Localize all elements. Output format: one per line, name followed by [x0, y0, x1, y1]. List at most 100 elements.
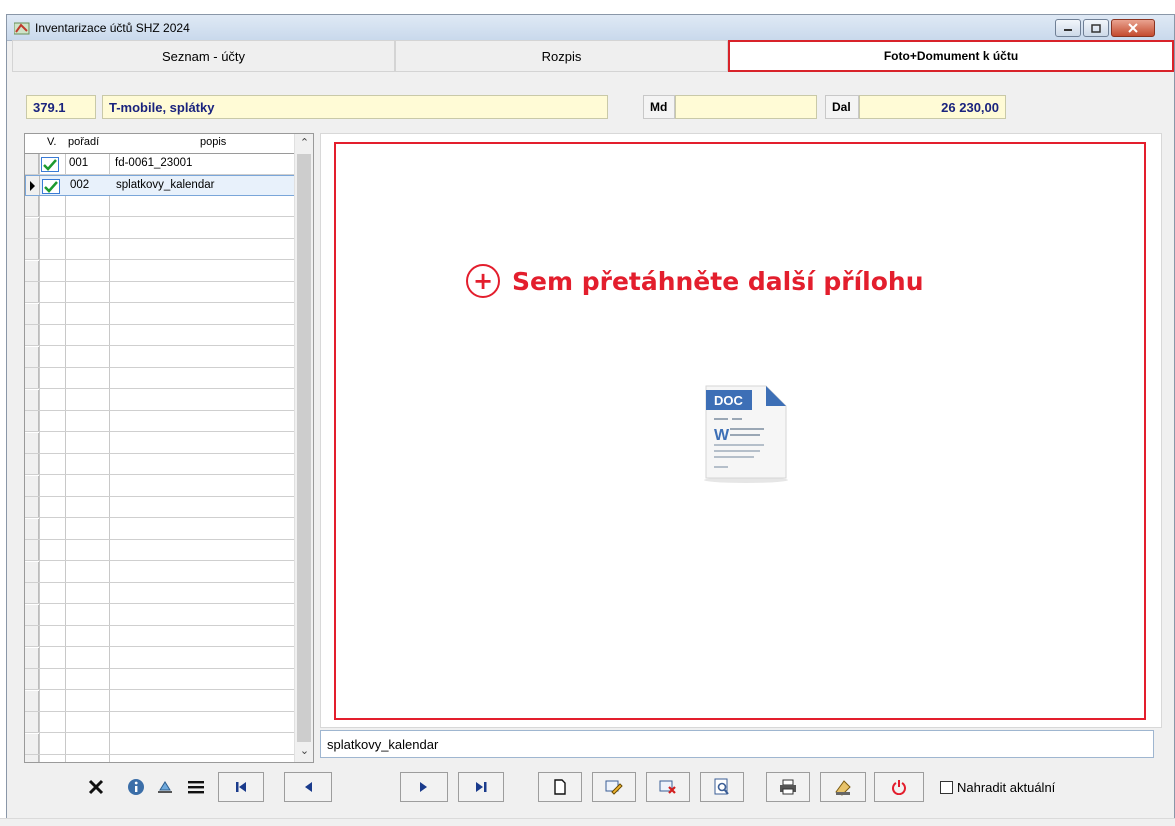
row-indicator — [25, 239, 39, 259]
empty-row — [25, 604, 295, 626]
scan-button[interactable] — [820, 772, 866, 802]
row-indicator — [25, 475, 39, 496]
add-circle-icon: + — [466, 264, 500, 298]
row-indicator — [25, 260, 39, 281]
attachment-filename: splatkovy_kalendar — [327, 737, 439, 752]
grid-rows: 001 fd-0061_23001 002 splatkovy_kalendar — [25, 154, 295, 762]
new-record-button[interactable] — [538, 772, 582, 802]
empty-row — [25, 346, 295, 368]
first-record-button[interactable] — [218, 772, 264, 802]
row-indicator — [25, 196, 39, 216]
tab-foto-dokument[interactable]: Foto+Domument k účtu — [728, 40, 1174, 72]
row-indicator — [25, 217, 39, 238]
row-indicator — [25, 583, 39, 603]
power-icon — [892, 780, 906, 795]
previous-record-icon — [305, 782, 312, 792]
cell-poradi: 002 — [70, 179, 90, 191]
exit-button[interactable] — [874, 772, 924, 802]
account-code-field[interactable]: 379.1 — [26, 95, 96, 119]
print-preview-icon — [714, 778, 729, 795]
new-document-icon — [554, 779, 566, 795]
maximize-button[interactable] — [1083, 19, 1109, 37]
drop-zone-text: Sem přetáhněte další přílohu — [512, 266, 924, 296]
table-row-selected[interactable]: 002 splatkovy_kalendar — [25, 175, 295, 196]
drop-zone-label: + Sem přetáhněte další přílohu — [466, 264, 924, 298]
app-icon — [14, 22, 30, 35]
scroll-thumb[interactable] — [297, 154, 311, 742]
row-indicator — [25, 389, 39, 410]
doc-file-icon: DOC W — [704, 385, 788, 483]
dal-value: 26 230,00 — [941, 99, 999, 115]
account-name-field[interactable]: T-mobile, splátky — [102, 95, 608, 119]
empty-row — [25, 626, 295, 647]
empty-row — [25, 475, 295, 497]
menu-button[interactable] — [184, 772, 208, 802]
cancel-button[interactable] — [84, 772, 108, 802]
last-record-button[interactable] — [458, 772, 504, 802]
account-code: 379.1 — [33, 99, 66, 115]
attachments-grid: V. pořadí popis 001 fd-0061_23001 002 sp… — [24, 133, 314, 763]
next-record-icon — [420, 782, 427, 792]
column-header-v[interactable]: V. — [47, 136, 56, 148]
edit-record-button[interactable] — [592, 772, 636, 802]
grid-header: V. pořadí popis — [25, 134, 295, 154]
dal-label: Dal — [825, 95, 859, 119]
empty-row — [25, 325, 295, 346]
tab-rozpis[interactable]: Rozpis — [395, 40, 728, 72]
next-record-button[interactable] — [400, 772, 448, 802]
info-button[interactable] — [124, 772, 148, 802]
current-row-arrow-icon — [30, 181, 35, 191]
tab-label: Foto+Domument k účtu — [883, 49, 1019, 63]
checkbox-unchecked-icon[interactable] — [940, 781, 953, 794]
row-indicator — [25, 626, 39, 646]
close-x-icon — [88, 779, 104, 795]
scroll-up-icon[interactable]: ⌃ — [295, 136, 313, 154]
empty-row — [25, 282, 295, 303]
grid-scrollbar[interactable]: ⌃ ⌄ — [294, 134, 313, 762]
tab-label: Rozpis — [541, 48, 582, 64]
cell-popis: splatkovy_kalendar — [116, 179, 215, 191]
empty-row — [25, 583, 295, 604]
checkbox-checked-icon[interactable] — [42, 179, 60, 194]
account-name: T-mobile, splátky — [109, 99, 215, 115]
tab-seznam-ucty[interactable]: Seznam - účty — [12, 40, 395, 72]
scroll-down-icon[interactable]: ⌄ — [295, 744, 313, 762]
checkbox-checked-icon[interactable] — [41, 157, 59, 172]
row-indicator — [25, 690, 39, 711]
first-record-icon — [236, 782, 246, 792]
table-row[interactable]: 001 fd-0061_23001 — [25, 154, 295, 175]
drop-zone[interactable]: + Sem přetáhněte další přílohu DOC W — [334, 142, 1146, 720]
column-header-poradi[interactable]: pořadí — [68, 136, 99, 148]
row-indicator — [25, 154, 39, 174]
print-button[interactable] — [766, 772, 810, 802]
preview-button[interactable] — [700, 772, 744, 802]
row-indicator — [25, 432, 39, 453]
row-indicator — [25, 604, 39, 625]
row-indicator — [25, 518, 39, 539]
row-indicator — [25, 346, 39, 367]
empty-row — [25, 690, 295, 712]
row-indicator — [26, 176, 40, 195]
replace-current-label: Nahradit aktuální — [957, 780, 1056, 795]
minimize-icon — [1064, 29, 1072, 31]
attachment-filename-field[interactable]: splatkovy_kalendar — [320, 730, 1154, 758]
empty-row — [25, 454, 295, 475]
minimize-button[interactable] — [1055, 19, 1081, 37]
empty-row — [25, 561, 295, 583]
menu-icon — [188, 781, 204, 794]
empty-row — [25, 712, 295, 733]
close-button[interactable] — [1111, 19, 1155, 37]
empty-row — [25, 497, 295, 518]
tab-label: Seznam - účty — [161, 48, 246, 64]
eraser-button[interactable] — [153, 772, 177, 802]
md-field[interactable] — [675, 95, 817, 119]
row-indicator — [25, 497, 39, 517]
previous-record-button[interactable] — [284, 772, 332, 802]
dal-field[interactable]: 26 230,00 — [859, 95, 1006, 119]
column-header-popis[interactable]: popis — [200, 136, 226, 148]
replace-current-checkbox[interactable]: Nahradit aktuální — [940, 780, 1055, 795]
eraser-icon — [158, 781, 172, 793]
last-record-icon — [476, 782, 487, 792]
delete-record-button[interactable] — [646, 772, 690, 802]
close-icon — [1128, 23, 1138, 33]
